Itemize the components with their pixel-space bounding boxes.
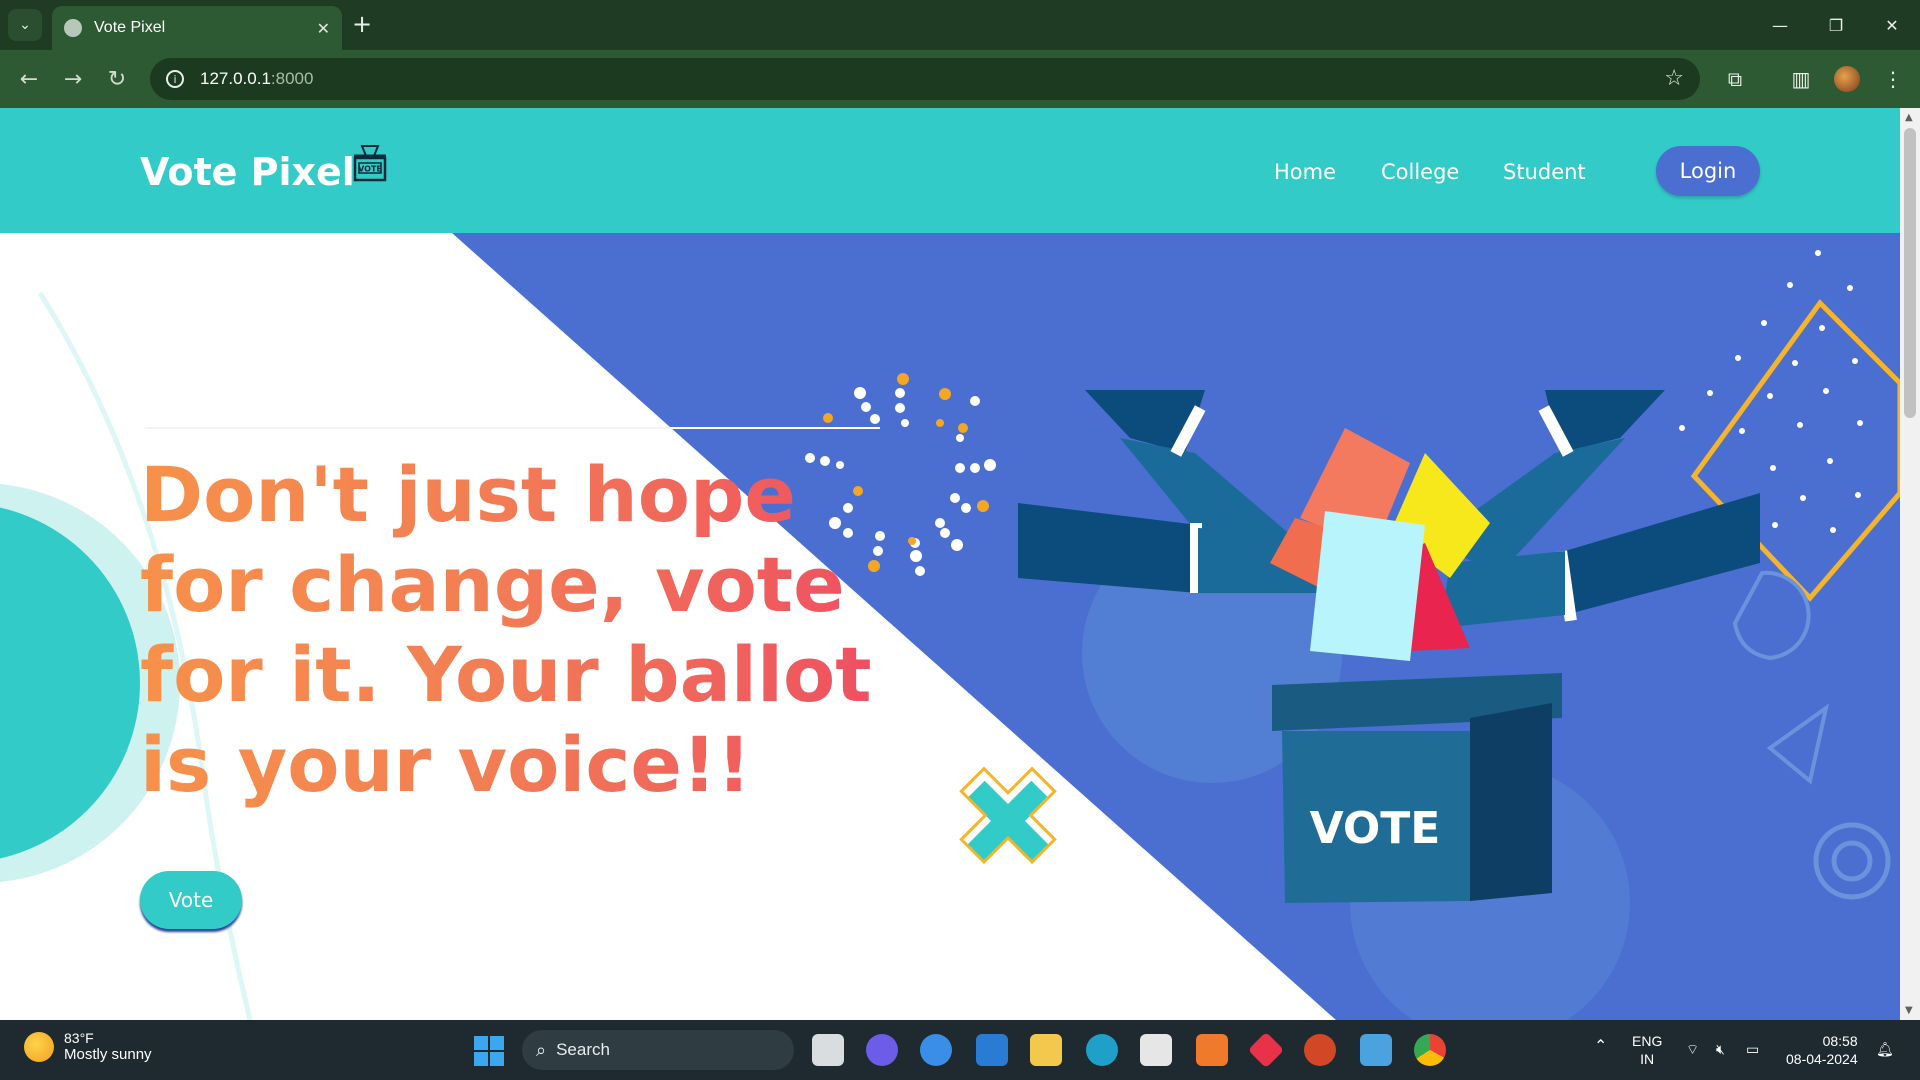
weather-description: Mostly sunny (64, 1046, 152, 1063)
tab-search-chevron-icon[interactable]: ⌄ (8, 9, 42, 41)
search-icon: ⌕ (536, 1039, 547, 1061)
battery-icon[interactable]: ▭ (1746, 1040, 1759, 1058)
nav-home[interactable]: Home (1274, 160, 1336, 184)
clock-time: 08:58 (1822, 1033, 1858, 1049)
windows-taskbar: 83°F Mostly sunny ⌕ Search ⌃ ENG IN ⌔ 🔇︎… (0, 1020, 1920, 1080)
language-indicator[interactable]: ENG IN (1632, 1032, 1662, 1068)
address-bar[interactable]: i 127.0.0.1:8000 ☆ (150, 58, 1700, 100)
reload-icon[interactable]: ↻ (102, 64, 132, 94)
scroll-down-arrow-icon[interactable]: ▼ (1905, 1005, 1913, 1016)
close-window-button[interactable]: ✕ (1864, 0, 1920, 50)
weather-temperature: 83°F (64, 1030, 94, 1046)
restore-button[interactable]: ❐ (1808, 0, 1864, 50)
bookmark-star-icon[interactable]: ☆ (1664, 66, 1684, 91)
weather-widget[interactable]: 83°F Mostly sunny (24, 1030, 152, 1063)
volume-muted-icon[interactable]: 🔇︎ (1716, 1040, 1725, 1058)
screen: ⌄ Vote Pixel ✕ + — ❐ ✕ ← → ↻ i 127.0.0.1… (0, 0, 1920, 1080)
file-explorer-icon[interactable] (1030, 1034, 1062, 1066)
browser-tab[interactable]: Vote Pixel ✕ (52, 6, 342, 50)
scroll-up-arrow-icon[interactable]: ▲ (1905, 112, 1913, 123)
url-port: :8000 (270, 69, 314, 88)
scrollbar-thumb[interactable] (1904, 128, 1916, 418)
meet-icon[interactable] (866, 1034, 898, 1066)
browser-tabstrip: ⌄ Vote Pixel ✕ + — ❐ ✕ (0, 0, 1920, 50)
extensions-icon[interactable]: ⧉ (1722, 66, 1748, 92)
anydesk-icon[interactable] (1247, 1031, 1285, 1069)
minimize-button[interactable]: — (1752, 0, 1808, 50)
back-arrow-icon[interactable]: ← (14, 64, 44, 94)
globe-icon (64, 19, 82, 37)
chrome-icon[interactable] (1414, 1034, 1446, 1066)
taskbar-search[interactable]: ⌕ Search (522, 1030, 794, 1070)
nav-student[interactable]: Student (1503, 160, 1586, 184)
tab-close-icon[interactable]: ✕ (317, 19, 330, 38)
site-header: Vote Pixel VOTE Home College Student Log… (0, 108, 1900, 233)
forward-arrow-icon[interactable]: → (58, 64, 88, 94)
help-icon[interactable] (920, 1034, 952, 1066)
windows-start-icon[interactable] (474, 1036, 504, 1066)
vscode-icon[interactable] (976, 1034, 1008, 1066)
tab-title: Vote Pixel (94, 19, 166, 36)
taskbar-search-label: Search (556, 1040, 610, 1059)
notepad-icon[interactable] (1360, 1034, 1392, 1066)
clock[interactable]: 08:58 08-04-2024 (1786, 1032, 1858, 1068)
vote-button[interactable]: Vote (140, 871, 242, 929)
store-icon[interactable] (1140, 1034, 1172, 1066)
site-info-icon[interactable]: i (166, 70, 184, 88)
edge-icon[interactable] (1086, 1034, 1118, 1066)
login-button[interactable]: Login (1656, 146, 1760, 196)
web-page: Vote Pixel VOTE Home College Student Log… (0, 108, 1900, 1020)
weather-sun-icon (24, 1031, 54, 1062)
powerpoint-icon[interactable] (1304, 1034, 1336, 1066)
hero-headline: Don't just hope for change, vote for it.… (140, 450, 900, 810)
wifi-icon[interactable]: ⌔ (1686, 1040, 1699, 1058)
tray-overflow-chevron-icon[interactable]: ⌃ (1594, 1038, 1607, 1056)
language-code: ENG (1632, 1033, 1663, 1049)
region-code: IN (1640, 1051, 1655, 1067)
logo-text: VOTE (358, 165, 382, 174)
side-panel-icon[interactable]: ▥ (1788, 66, 1814, 92)
window-controls: — ❐ ✕ (1752, 0, 1920, 50)
task-view-icon[interactable] (812, 1034, 844, 1066)
ballot-box-label: VOTE (1310, 803, 1441, 854)
new-tab-button[interactable]: + (352, 12, 372, 36)
profile-avatar[interactable] (1834, 66, 1860, 92)
clock-date: 08-04-2024 (1786, 1051, 1858, 1067)
notification-bell-icon[interactable]: 🔔︎ (1876, 1040, 1894, 1058)
browser-toolbar: ← → ↻ i 127.0.0.1:8000 ☆ ⧉ ▥ ⋮ (0, 50, 1920, 108)
nav-college[interactable]: College (1381, 160, 1459, 184)
page-scrollbar[interactable]: ▲ ▼ (1900, 108, 1920, 1020)
ballot-box-illustration: VOTE (1272, 673, 1562, 903)
brand-title[interactable]: Vote Pixel (140, 150, 355, 194)
browser-menu-icon[interactable]: ⋮ (1880, 66, 1906, 92)
ballot-box-logo-icon: VOTE (353, 145, 387, 182)
url-host: 127.0.0.1 (200, 69, 271, 88)
xampp-icon[interactable] (1196, 1034, 1228, 1066)
